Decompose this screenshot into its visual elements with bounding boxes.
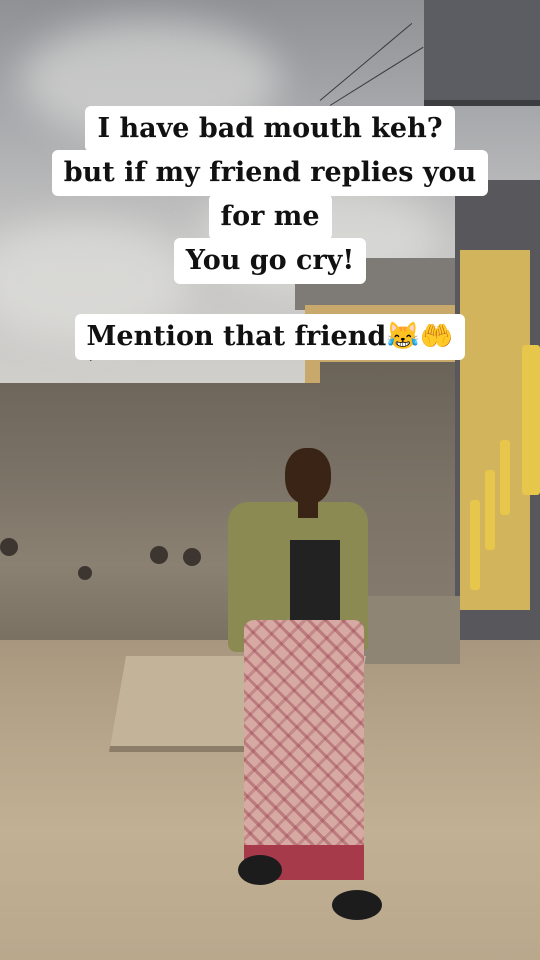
balcony-rail	[470, 500, 480, 590]
wall-hole	[150, 546, 168, 564]
wall-hole	[0, 538, 18, 556]
caption-line: Mention that friend😹🤲	[0, 314, 540, 360]
head	[285, 448, 331, 504]
patterned-wrapper-skirt	[244, 620, 364, 880]
caption-text: Mention that friend😹🤲	[74, 314, 466, 360]
balcony-rail	[500, 440, 510, 515]
dancing-woman	[220, 440, 382, 935]
caption-text: I have bad mouth keh?	[85, 106, 455, 152]
right-shoe	[332, 890, 382, 920]
caption-line: You go cry!	[0, 238, 540, 284]
yellow-pillar	[522, 345, 540, 495]
wall-hole	[78, 566, 92, 580]
caption-text: for me	[208, 194, 332, 240]
caption-line: I have bad mouth keh?	[0, 106, 540, 152]
balcony-rail	[485, 470, 495, 550]
wall-hole	[183, 548, 201, 566]
caption-line: for me	[0, 194, 540, 240]
left-shoe	[238, 855, 282, 885]
caption-line: but if my friend replies you	[0, 150, 540, 196]
black-top	[290, 540, 340, 620]
caption-text: but if my friend replies you	[51, 150, 489, 196]
caption-text: You go cry!	[173, 238, 367, 284]
house-roof	[424, 0, 540, 106]
